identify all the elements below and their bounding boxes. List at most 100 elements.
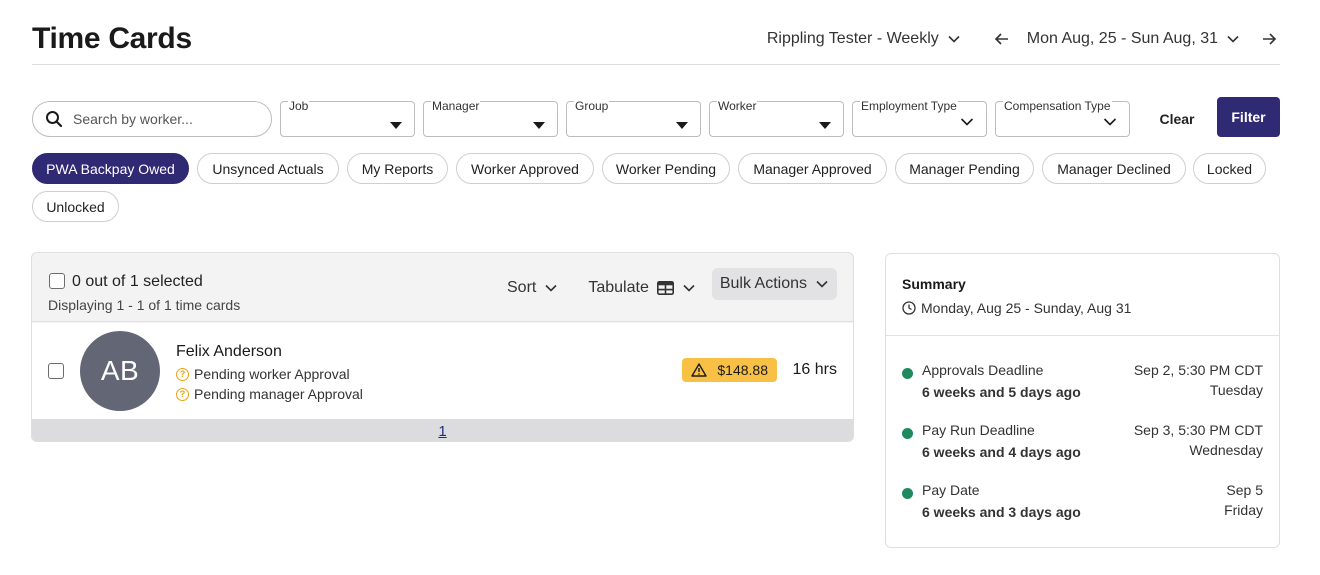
date-range-label: Mon Aug, 25 - Sun Aug, 31 [1026, 30, 1218, 47]
caret-down-icon [676, 116, 688, 134]
selected-count: 0 out of 1 selected [72, 273, 203, 290]
dropdown-label: Manager [431, 99, 481, 113]
header-divider [32, 64, 1280, 65]
filter-button[interactable]: Filter [1217, 97, 1280, 137]
deadline-name: Approvals Deadline [922, 362, 1044, 378]
backpay-badge: $148.88 [682, 358, 777, 382]
chevron-down-icon [948, 35, 960, 43]
deadline-name: Pay Date [922, 482, 980, 498]
avatar: AB [80, 331, 160, 411]
chip-manager-declined[interactable]: Manager Declined [1042, 153, 1186, 184]
timecards-header: 0 out of 1 selected Displaying 1 - 1 of … [32, 253, 853, 322]
sort-button[interactable]: Sort [507, 279, 558, 297]
clock-icon [902, 301, 916, 315]
page-link[interactable]: 1 [438, 423, 446, 440]
timecard-row[interactable]: AB Felix Anderson ? Pending worker Appro… [32, 323, 853, 419]
dropdown-employment-type[interactable]: Employment Type [852, 99, 987, 137]
chip-worker-pending[interactable]: Worker Pending [602, 153, 730, 184]
summary-panel: Summary Monday, Aug 25 - Sunday, Aug 31 … [885, 253, 1280, 548]
deadline-date: Sep 2, 5:30 PM CDT [1133, 362, 1263, 378]
deadline-day: Friday [1224, 502, 1263, 518]
tabulate-label: Tabulate [588, 278, 649, 296]
worker-approval-status: ? Pending worker Approval [176, 366, 350, 382]
chevron-down-icon [960, 114, 974, 132]
pagination: 1 [32, 419, 853, 441]
chip-my-reports[interactable]: My Reports [347, 153, 448, 184]
summary-divider [886, 335, 1279, 336]
summary-title: Summary [902, 276, 966, 292]
chevron-down-icon [683, 284, 695, 292]
caret-down-icon [533, 116, 545, 134]
caret-down-icon [819, 116, 831, 134]
chip-unsynced-actuals[interactable]: Unsynced Actuals [197, 153, 339, 184]
deadline-item: Approvals Deadline 6 weeks and 5 days ago… [902, 362, 1263, 406]
pay-schedule-label: Rippling Tester - Weekly [766, 30, 939, 47]
page-title: Time Cards [32, 22, 192, 55]
deadline-relative: 6 weeks and 3 days ago [922, 504, 1081, 520]
display-count: Displaying 1 - 1 of 1 time cards [48, 297, 241, 313]
status-dot [902, 428, 913, 439]
prev-week-button[interactable] [991, 28, 1013, 50]
chip-worker-approved[interactable]: Worker Approved [456, 153, 594, 184]
dropdown-label: Group [574, 99, 610, 113]
chip-pwa-backpay-owed[interactable]: PWA Backpay Owed [32, 153, 189, 184]
timecards-panel: 0 out of 1 selected Displaying 1 - 1 of … [31, 252, 854, 442]
clear-button[interactable]: Clear [1152, 101, 1202, 137]
deadline-item: Pay Date 6 weeks and 3 days ago Sep 5 Frida… [902, 482, 1263, 526]
dropdown-label: Employment Type [860, 99, 958, 113]
deadline-name: Pay Run Deadline [922, 422, 1035, 438]
search-icon [46, 111, 63, 128]
summary-range-text: Monday, Aug 25 - Sunday, Aug 31 [921, 300, 1132, 316]
dropdown-group[interactable]: Group [566, 99, 701, 137]
dropdown-label: Worker [717, 99, 758, 113]
chip-manager-approved[interactable]: Manager Approved [738, 153, 887, 184]
chevron-down-icon [545, 284, 557, 292]
bulk-actions-button[interactable]: Bulk Actions [711, 268, 837, 300]
next-week-button[interactable] [1258, 28, 1280, 50]
arrow-left-icon [994, 33, 1008, 45]
table-icon [656, 280, 674, 295]
deadline-date: Sep 5 [1226, 482, 1263, 498]
bulk-actions-label: Bulk Actions [719, 275, 807, 292]
row-checkbox[interactable] [48, 363, 64, 379]
dropdown-compensation-type[interactable]: Compensation Type [995, 99, 1130, 137]
question-circle-icon: ? [176, 367, 189, 381]
dropdown-manager[interactable]: Manager [423, 99, 558, 137]
hours-total: 16 hrs [792, 361, 837, 378]
tabulate-button[interactable]: Tabulate [588, 279, 696, 297]
chevron-down-icon [1227, 35, 1239, 43]
backpay-amount: $148.88 [717, 362, 768, 378]
deadline-day: Wednesday [1189, 442, 1263, 458]
status-dot [902, 488, 913, 499]
dropdown-worker[interactable]: Worker [709, 99, 844, 137]
chip-unlocked[interactable]: Unlocked [32, 191, 119, 222]
chip-manager-pending[interactable]: Manager Pending [895, 153, 1034, 184]
dropdown-label: Compensation Type [1003, 99, 1112, 113]
dropdown-job[interactable]: Job [280, 99, 415, 137]
chevron-down-icon [816, 280, 828, 288]
caret-down-icon [390, 116, 402, 134]
search-input[interactable] [73, 111, 253, 127]
deadline-relative: 6 weeks and 4 days ago [922, 444, 1081, 460]
chevron-down-icon [1103, 114, 1117, 132]
sort-label: Sort [507, 278, 537, 296]
manager-approval-status: ? Pending manager Approval [176, 386, 363, 402]
pay-schedule-select[interactable]: Rippling Tester - Weekly [767, 30, 961, 48]
filter-bar: Job Manager Group Worker Employment Type Comp… [32, 96, 1280, 140]
summary-range: Monday, Aug 25 - Sunday, Aug 31 [902, 300, 1131, 316]
search-box[interactable] [32, 101, 272, 137]
warning-icon [691, 363, 708, 377]
dropdown-label: Job [288, 99, 310, 113]
deadline-relative: 6 weeks and 5 days ago [922, 384, 1081, 400]
deadline-item: Pay Run Deadline 6 weeks and 4 days ago Se… [902, 422, 1263, 466]
status-dot [902, 368, 913, 379]
worker-name[interactable]: Felix Anderson [176, 343, 282, 361]
date-range-select[interactable]: Mon Aug, 25 - Sun Aug, 31 [1027, 30, 1240, 48]
chip-locked[interactable]: Locked [1193, 153, 1266, 184]
deadline-day: Tuesday [1209, 382, 1263, 398]
question-circle-icon: ? [176, 387, 189, 401]
arrow-right-icon [1263, 33, 1277, 45]
header-controls: Rippling Tester - Weekly Mon Aug, 25 - S… [767, 28, 1280, 50]
worker-approval-text: Pending worker Approval [194, 366, 350, 382]
select-all-checkbox[interactable] [49, 273, 65, 289]
